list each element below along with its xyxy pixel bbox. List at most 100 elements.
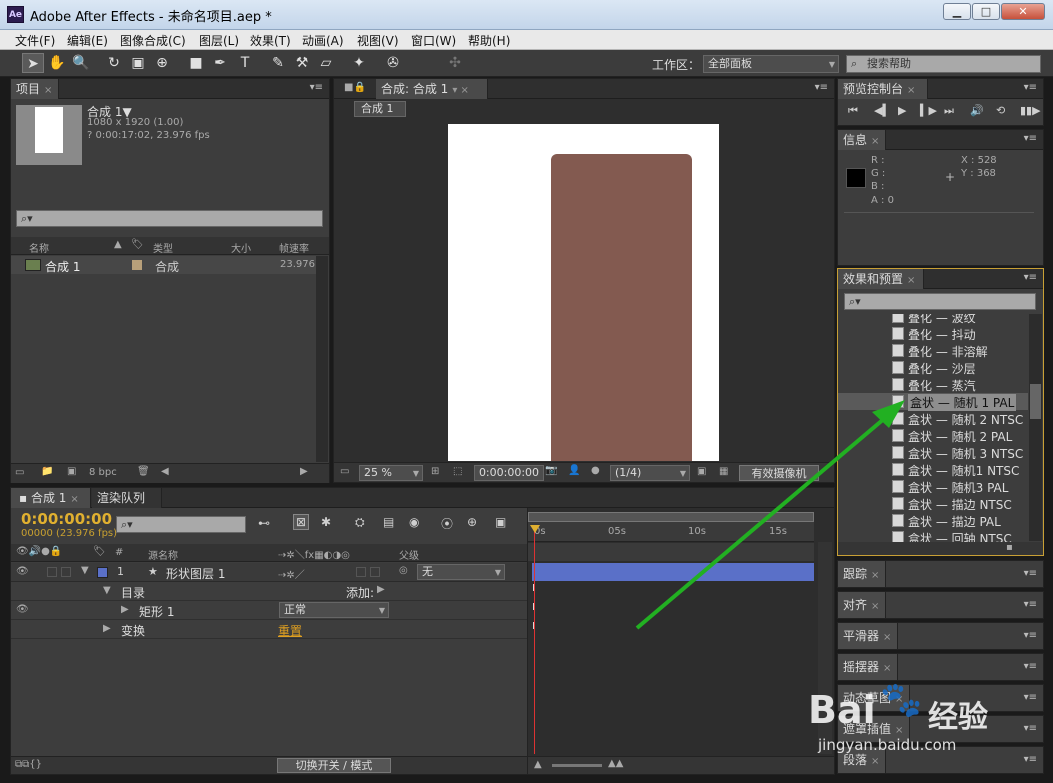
transform-row[interactable]: ▶ 变换 重置 [11, 620, 527, 639]
menu-effect[interactable]: 效果(T) [250, 32, 291, 49]
layer-switches-icon[interactable]: ⇢✲／ [278, 566, 305, 581]
frame-blending-icon[interactable]: ▤ [383, 515, 394, 529]
show-snapshot-icon[interactable]: 👤 [568, 465, 580, 476]
label-color-swatch[interactable] [132, 260, 142, 270]
col-parent[interactable]: 父级 [399, 547, 419, 562]
comp-mini-flowchart-icon[interactable]: ⊷ [258, 516, 270, 530]
effect-item[interactable]: 盒状 — 描边 PAL [838, 512, 1028, 529]
effect-item[interactable]: 盒状 — 随机1 NTSC [838, 461, 1028, 478]
tab-paragraph[interactable]: 段落 × [838, 747, 886, 773]
project-search-input[interactable]: ⌕▾ [16, 210, 323, 227]
trash-icon[interactable]: 🗑 [137, 466, 150, 477]
prev-frame-icon[interactable]: ◀▍ [874, 104, 891, 117]
panel-menu-icon[interactable]: ▾≡ [1024, 272, 1037, 283]
effect-item[interactable]: 盒状 — 描边 NTSC [838, 495, 1028, 512]
roto-brush-tool-icon[interactable]: ✦ [348, 53, 370, 73]
ram-preview-icon[interactable]: ▮▮▶ [1020, 104, 1041, 117]
effect-item[interactable]: 叠化 — 沙层 [838, 359, 1028, 376]
axis-mode-icon[interactable]: ✣ [444, 53, 466, 73]
layer-name[interactable]: 形状图层 1 [166, 565, 225, 582]
expand-arrow-icon[interactable]: ▶ [103, 623, 111, 634]
panel-menu-icon[interactable]: ▾≡ [1024, 133, 1037, 144]
panel-menu-icon[interactable]: ▾≡ [1024, 630, 1037, 641]
loop-icon[interactable]: ⟲ [996, 104, 1005, 117]
workspace-dropdown[interactable]: 全部面板 [703, 55, 839, 73]
expand-arrow-icon[interactable]: ▼ [81, 565, 89, 576]
next-frame-icon[interactable]: ▍▶ [920, 104, 937, 117]
zoom-slider[interactable] [552, 764, 602, 767]
effect-item[interactable]: 叠化 — 抖动 [838, 325, 1028, 342]
effect-item[interactable]: 盒状 — 随机3 PAL [838, 478, 1028, 495]
first-frame-icon[interactable]: ⏮ [848, 104, 858, 118]
mask-visibility-icon[interactable]: ⬚ [453, 466, 462, 477]
zoom-in-icon[interactable]: ▲▲ [608, 758, 623, 769]
panel-menu-icon[interactable]: ▾≡ [1024, 754, 1037, 765]
tab-motion-sketch[interactable]: 动态草图 × [838, 685, 910, 711]
scroll-right-icon[interactable]: ▶ [300, 466, 308, 477]
panel-menu-icon[interactable]: ▾≡ [1024, 82, 1037, 93]
tab-wiggler[interactable]: 摇摆器 × [838, 654, 898, 680]
snapshot-icon[interactable]: 📷 [545, 465, 557, 476]
hide-shy-icon[interactable]: ⛭ [355, 515, 365, 530]
rectangle-tool-icon[interactable]: ■ [185, 53, 207, 73]
work-area-bar[interactable] [528, 512, 814, 522]
lock-checkbox[interactable] [61, 567, 71, 577]
tab-preview[interactable]: 预览控制台 × [838, 79, 928, 99]
comp-canvas[interactable] [448, 124, 719, 461]
menu-composition[interactable]: 图像合成(C) [120, 32, 186, 49]
last-frame-icon[interactable]: ⏭ [944, 104, 954, 118]
col-source-name[interactable]: 源名称 [148, 547, 178, 562]
project-scrollbar[interactable] [316, 256, 328, 462]
motion-blur-icon[interactable]: ◉ [409, 515, 419, 529]
type-tool-icon[interactable]: T [234, 53, 256, 73]
col-fps[interactable]: 帧速率 [279, 240, 309, 255]
panel-menu-icon[interactable]: ▾≡ [1024, 723, 1037, 734]
zoom-out-icon[interactable]: ▲ [534, 759, 542, 770]
draft-3d-icon[interactable]: ✱ [321, 515, 331, 529]
label-tag-icon[interactable]: 🏷 [93, 546, 106, 557]
add-menu-icon[interactable]: ▶ [377, 584, 385, 595]
minimize-button[interactable]: ▁ [943, 3, 971, 20]
effect-item[interactable]: 盒状 — 随机 3 NTSC [838, 444, 1028, 461]
rotate-tool-icon[interactable]: ↻ [103, 53, 125, 73]
reset-link[interactable]: 重置 [278, 622, 302, 639]
channel-icon[interactable]: ● [591, 465, 600, 476]
zoom-dropdown[interactable]: 25 % [359, 465, 423, 481]
add-label[interactable]: 添加: [346, 584, 374, 601]
brainstorm-icon[interactable]: ⊕ [467, 515, 477, 529]
layer-row[interactable]: 👁 ▼ 1 ★ 形状图层 1 ⇢✲／ ◎ 无 [11, 563, 527, 582]
effect-item[interactable]: 叠化 — 非溶解 [838, 342, 1028, 359]
current-time-field[interactable]: 0:00:00:00 [474, 465, 544, 481]
new-comp-icon[interactable]: ▣ [67, 466, 76, 477]
layer-duration-bar[interactable] [532, 563, 814, 581]
panel-menu-icon[interactable]: ▾≡ [1024, 599, 1037, 610]
clone-stamp-tool-icon[interactable]: ⚒ [291, 53, 313, 73]
rectangle-group-row[interactable]: 👁 ▶ 矩形 1 正常 [11, 601, 527, 620]
effect-item[interactable]: 盒状 — 回轴 NTSC [838, 529, 1028, 542]
search-help-input[interactable]: ⌕ 搜索帮助 [846, 55, 1041, 73]
tab-smoother[interactable]: 平滑器 × [838, 623, 898, 649]
switch-checkbox[interactable] [356, 567, 366, 577]
parent-dropdown[interactable]: 无 [417, 564, 505, 580]
bpc-label[interactable]: 8 bpc [89, 467, 117, 478]
live-update-icon[interactable]: ⊠ [293, 514, 310, 530]
hand-tool-icon[interactable]: ✋ [46, 53, 68, 73]
effect-item[interactable]: 盒状 — 随机 2 NTSC [838, 410, 1028, 427]
graph-editor-icon[interactable]: ⦿ [441, 515, 453, 532]
panel-menu-icon[interactable]: ▾≡ [815, 82, 828, 93]
panel-menu-icon[interactable]: ▾≡ [1024, 692, 1037, 703]
tab-info[interactable]: 信息 × [838, 130, 886, 150]
timeline-search-input[interactable]: ⌕▾ [116, 516, 246, 533]
effect-item[interactable]: 盒状 — 随机 2 PAL [838, 427, 1028, 444]
comp-subtab[interactable]: 合成 1 [354, 101, 406, 117]
new-folder-icon[interactable]: 📁 [41, 466, 53, 477]
transparency-grid-icon[interactable]: ▦ [719, 466, 728, 477]
contents-row[interactable]: ▼ 目录 添加: ▶ [11, 582, 527, 601]
menu-file[interactable]: 文件(F) [15, 32, 55, 49]
menu-edit[interactable]: 编辑(E) [67, 32, 108, 49]
menu-help[interactable]: 帮助(H) [468, 32, 510, 49]
tab-tracker[interactable]: 跟踪 × [838, 561, 886, 587]
menu-view[interactable]: 视图(V) [357, 32, 399, 49]
camera-tool-icon[interactable]: ▣ [127, 53, 149, 73]
safe-zones-icon[interactable]: ⊞ [431, 466, 439, 477]
